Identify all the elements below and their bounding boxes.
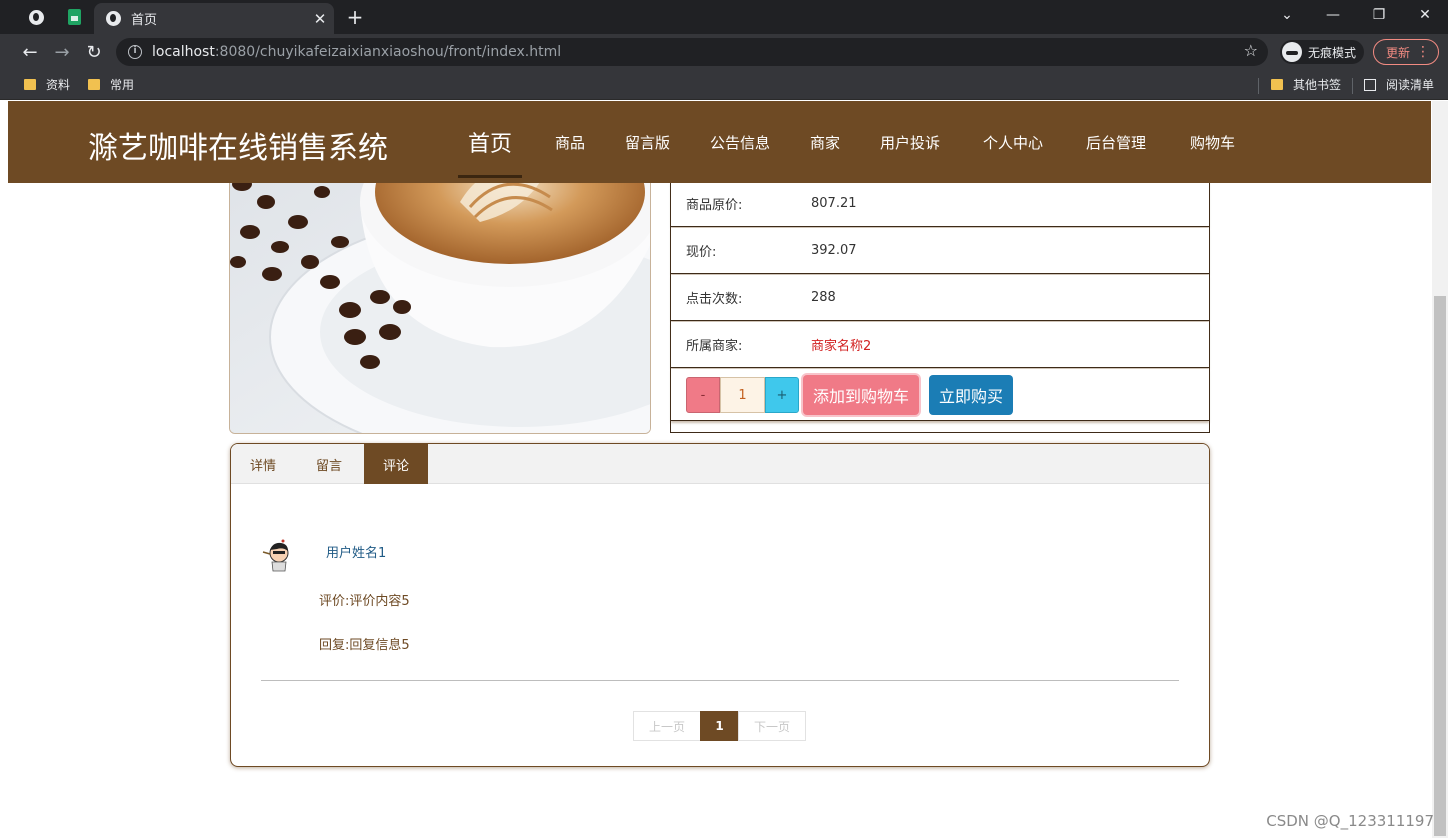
new-tab-button[interactable]: +: [342, 5, 368, 29]
merchant-link[interactable]: 商家名称2: [811, 335, 871, 354]
nav-complaints[interactable]: 用户投诉: [880, 101, 940, 183]
pager-current-page[interactable]: 1: [700, 711, 739, 741]
buy-now-button[interactable]: 立即购买: [929, 375, 1013, 415]
info-row-merchant: 所属商家: 商家名称2: [671, 322, 1209, 368]
nav-cart[interactable]: 购物车: [1190, 101, 1235, 183]
other-bookmarks-folder[interactable]: 其他书签: [1271, 76, 1341, 93]
globe-icon: [28, 9, 44, 25]
address-bar[interactable]: i localhost :8080/chuyikafeizaixianxiaos…: [116, 38, 1268, 66]
info-row-clicks: 点击次数: 288: [671, 275, 1209, 321]
tab-details[interactable]: 详情: [231, 444, 295, 484]
comment-divider: [261, 680, 1179, 681]
bookmark-label: 资料: [46, 78, 71, 92]
nav-admin[interactable]: 后台管理: [1086, 101, 1146, 183]
current-price-label: 现价:: [686, 245, 717, 260]
forward-arrow-icon[interactable]: →: [49, 39, 75, 65]
bookmarks-bar: 资料 常用 其他书签 阅读清单: [0, 70, 1448, 100]
bookmarks-divider: [1352, 78, 1353, 94]
tab-messages[interactable]: 留言: [297, 444, 361, 484]
pinned-tab-globe[interactable]: [18, 0, 54, 34]
pinned-tab-sheets[interactable]: [56, 0, 92, 34]
minimize-button[interactable]: —: [1310, 0, 1356, 30]
user-avatar: [262, 539, 289, 572]
more-menu-icon[interactable]: ⋮: [1416, 43, 1430, 61]
clicks-value: 288: [811, 290, 836, 305]
bookmark-label: 其他书签: [1293, 78, 1342, 92]
info-row-original-price: 商品原价: 807.21: [671, 181, 1209, 227]
pager-next-button[interactable]: 下一页: [738, 711, 806, 741]
original-price-label: 商品原价:: [686, 198, 743, 213]
pager-prev-button[interactable]: 上一页: [633, 711, 701, 741]
active-tab[interactable]: 首页 ✕: [94, 3, 334, 34]
bookmark-folder-ziliao[interactable]: 资料: [24, 76, 70, 93]
close-window-button[interactable]: ✕: [1402, 0, 1448, 30]
scrollbar-thumb[interactable]: [1434, 296, 1446, 836]
tab-search-icon[interactable]: ⌄: [1264, 0, 1310, 30]
incognito-icon: [1282, 42, 1302, 62]
bookmark-label: 常用: [110, 78, 135, 92]
reload-icon[interactable]: ↻: [81, 39, 107, 65]
product-tabs-panel: 详情 留言 评论 用户姓名1 评价:评价内容5 回复:回复信息5 上一页 1 下…: [230, 443, 1210, 767]
info-row-current-price: 现价: 392.07: [671, 228, 1209, 274]
merchant-label: 所属商家:: [686, 339, 743, 354]
restore-button[interactable]: ❐: [1356, 0, 1402, 30]
bookmarks-divider: [1258, 78, 1259, 94]
folder-icon: [88, 79, 100, 90]
update-button[interactable]: 更新 ⋮: [1373, 39, 1439, 65]
product-info-table: 商品原价: 807.21 现价: 392.07 点击次数: 288 所属商家: …: [670, 181, 1210, 433]
nav-home[interactable]: 首页: [468, 101, 512, 183]
close-tab-icon[interactable]: ✕: [306, 10, 334, 28]
product-image: [229, 161, 651, 434]
current-price-value: 392.07: [811, 243, 857, 258]
scrollbar-track[interactable]: [1432, 101, 1448, 838]
page-viewport: 滁艺咖啡在线销售系统 首页 商品 留言版 公告信息 商家 用户投诉 个人中心 后…: [0, 101, 1448, 838]
update-label: 更新: [1386, 45, 1411, 60]
comment-reply: 回复:回复信息5: [319, 638, 410, 653]
folder-icon: [1271, 79, 1283, 90]
nav-active-indicator: [458, 175, 522, 178]
site-brand[interactable]: 滁艺咖啡在线销售系统: [88, 123, 388, 167]
browser-tab-strip: 首页 ✕ + ⌄ — ❐ ✕: [0, 0, 1448, 34]
bookmark-folder-changyong[interactable]: 常用: [88, 76, 134, 93]
clicks-label: 点击次数:: [686, 292, 743, 307]
quantity-increase-button[interactable]: +: [765, 377, 799, 413]
incognito-label: 无痕模式: [1308, 45, 1357, 60]
browser-toolbar: ← → ↻ i localhost :8080/chuyikafeizaixia…: [0, 34, 1448, 70]
nav-products[interactable]: 商品: [555, 101, 585, 183]
csdn-watermark: CSDN @Q_123311197: [1266, 812, 1434, 830]
tab-comments[interactable]: 评论: [364, 444, 428, 484]
coffee-cup-image: [230, 162, 650, 433]
globe-icon: [106, 11, 121, 26]
site-info-icon[interactable]: i: [128, 45, 142, 59]
bookmark-star-icon[interactable]: ☆: [1244, 41, 1258, 60]
bookmark-label: 阅读清单: [1386, 78, 1435, 92]
tab-header: 详情 留言 评论: [231, 444, 1209, 484]
quantity-decrease-button[interactable]: -: [686, 377, 720, 413]
nav-message-board[interactable]: 留言版: [625, 101, 670, 183]
back-arrow-icon[interactable]: ←: [17, 39, 43, 65]
spreadsheet-icon: [67, 9, 81, 25]
url-host: localhost: [152, 44, 215, 60]
nav-announcements[interactable]: 公告信息: [710, 101, 770, 183]
info-row-actions: - 1 + 添加到购物车 立即购买: [671, 369, 1209, 421]
add-to-cart-button[interactable]: 添加到购物车: [803, 375, 919, 415]
folder-icon: [24, 79, 36, 90]
original-price-value: 807.21: [811, 196, 857, 211]
incognito-indicator[interactable]: 无痕模式: [1280, 40, 1365, 64]
reading-list-button[interactable]: 阅读清单: [1364, 76, 1434, 93]
comment-review: 评价:评价内容5: [319, 594, 410, 609]
nav-personal-center[interactable]: 个人中心: [983, 101, 1043, 183]
site-header: 滁艺咖啡在线销售系统 首页 商品 留言版 公告信息 商家 用户投诉 个人中心 后…: [8, 101, 1431, 183]
nav-merchants[interactable]: 商家: [810, 101, 840, 183]
quantity-input[interactable]: 1: [720, 377, 765, 413]
reading-list-icon: [1364, 78, 1376, 91]
url-path: :8080/chuyikafeizaixianxiaoshou/front/in…: [214, 44, 562, 60]
comment-username: 用户姓名1: [326, 546, 387, 561]
tab-title: 首页: [131, 13, 158, 28]
